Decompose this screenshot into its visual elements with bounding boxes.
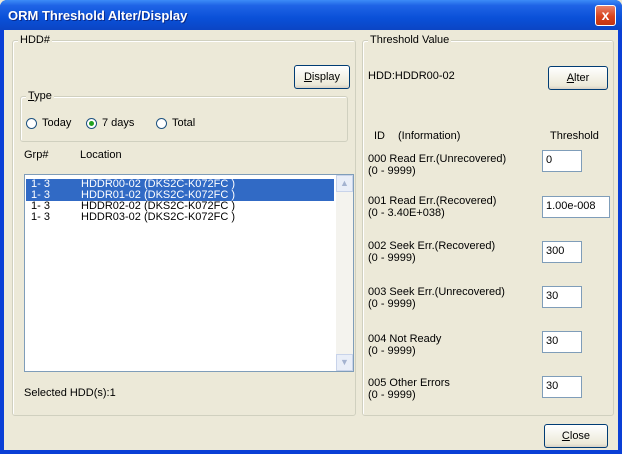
threshold-input-003[interactable]: 30	[542, 286, 582, 308]
threshold-input-002[interactable]: 300	[542, 241, 582, 263]
row-location: HDDR03-02 (DKS2C-K072FC )	[81, 211, 236, 223]
threshold-item-name: 005 Other Errors	[368, 377, 450, 389]
dialog-client: HDD# Display Type Today 7 days Total Grp…	[4, 30, 618, 450]
radio-today[interactable]	[26, 118, 37, 129]
hdd-group-legend: HDD#	[18, 34, 52, 46]
type-group-legend: Type	[26, 90, 54, 102]
threshold-item-name: 002 Seek Err.(Recovered)	[368, 240, 496, 252]
selected-hdd-count: Selected HDD(s):1	[24, 387, 116, 399]
list-scrollbar[interactable]: ▲ ▼	[336, 175, 353, 371]
threshold-input-005[interactable]: 30	[542, 376, 582, 398]
column-header-id: ID	[374, 130, 385, 142]
title-bar[interactable]: ORM Threshold Alter/Display x	[0, 0, 622, 30]
threshold-item-name: 003 Seek Err.(Unrecovered)	[368, 286, 505, 298]
column-header-information: (Information)	[398, 130, 461, 142]
radio-7days[interactable]	[86, 118, 97, 129]
threshold-input-004[interactable]: 30	[542, 331, 582, 353]
threshold-input-001[interactable]: 1.00e-008	[542, 196, 610, 218]
threshold-item-range: (0 - 9999)	[368, 389, 416, 401]
radio-today-label: Today	[42, 117, 72, 129]
threshold-item-range: (0 - 9999)	[368, 298, 416, 310]
hdd-list[interactable]: 1- 3 HDDR00-02 (DKS2C-K072FC ) 1- 3 HDDR…	[24, 174, 354, 372]
close-icon[interactable]: x	[595, 5, 616, 26]
column-header-grp: Grp#	[24, 149, 49, 161]
radio-total[interactable]	[156, 118, 167, 129]
threshold-item-name: 000 Read Err.(Unrecovered)	[368, 153, 507, 165]
threshold-item-name: 001 Read Err.(Recovered)	[368, 195, 497, 207]
row-grp: 1- 3	[31, 211, 50, 223]
threshold-item-range: (0 - 9999)	[368, 252, 416, 264]
close-button[interactable]: Close	[544, 424, 608, 448]
radio-total-label: Total	[172, 117, 196, 129]
list-item[interactable]: 1- 3 HDDR03-02 (DKS2C-K072FC )	[26, 212, 334, 223]
threshold-group-legend: Threshold Value	[368, 34, 452, 46]
threshold-group	[362, 40, 614, 416]
threshold-item-range: (0 - 3.40E+038)	[368, 207, 445, 219]
scroll-up-icon[interactable]: ▲	[336, 175, 353, 192]
column-header-location: Location	[80, 149, 122, 161]
threshold-item-range: (0 - 9999)	[368, 345, 416, 357]
scroll-down-icon[interactable]: ▼	[336, 354, 353, 371]
radio-7days-label: 7 days	[102, 117, 135, 129]
column-header-threshold: Threshold	[550, 130, 599, 142]
threshold-input-000[interactable]: 0	[542, 150, 582, 172]
display-button[interactable]: Display	[294, 65, 350, 89]
alter-button[interactable]: Alter	[548, 66, 608, 90]
threshold-item-range: (0 - 9999)	[368, 165, 416, 177]
window-title: ORM Threshold Alter/Display	[8, 8, 188, 23]
selected-hdd-label: HDD:HDDR00-02	[368, 70, 455, 82]
threshold-item-name: 004 Not Ready	[368, 333, 442, 345]
dialog-window: ORM Threshold Alter/Display x HDD# Displ…	[0, 0, 622, 454]
